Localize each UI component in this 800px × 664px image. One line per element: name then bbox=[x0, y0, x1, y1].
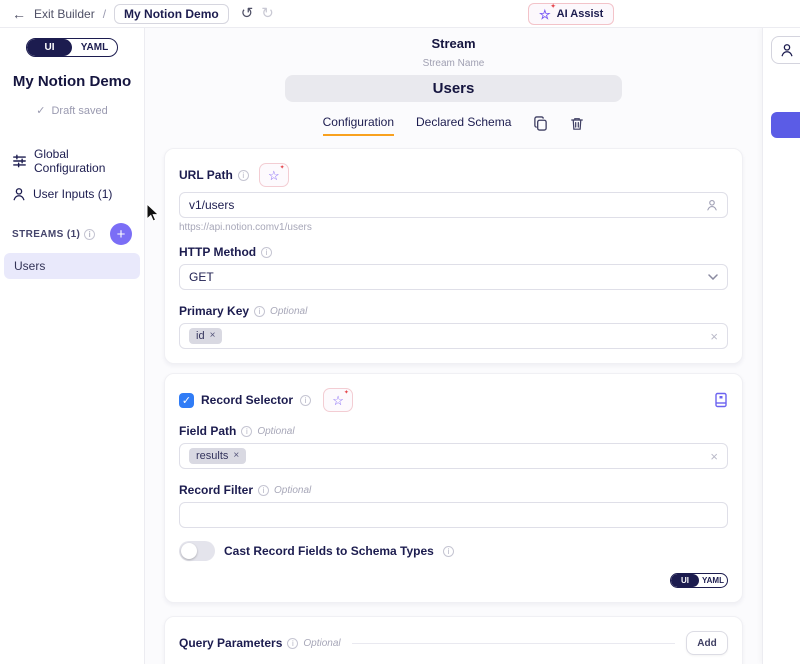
delete-stream-icon[interactable] bbox=[570, 116, 584, 131]
sparkle-star-icon: ☆✦ bbox=[268, 169, 280, 182]
ai-sparkle-star-icon: ☆✦ bbox=[539, 8, 551, 21]
draft-status: ✓ Draft saved bbox=[0, 104, 144, 117]
query-parameters-info-icon[interactable]: i bbox=[287, 638, 298, 649]
sidebar: UI YAML My Notion Demo ✓ Draft saved Glo… bbox=[0, 28, 145, 664]
record-selector-info-icon[interactable]: i bbox=[300, 395, 311, 406]
url-path-value: v1/users bbox=[189, 198, 700, 212]
user-icon bbox=[12, 187, 26, 201]
tab-declared-schema[interactable]: Declared Schema bbox=[416, 115, 511, 134]
draft-status-label: Draft saved bbox=[51, 105, 107, 117]
tab-configuration[interactable]: Configuration bbox=[323, 115, 394, 136]
http-method-label: HTTP Method bbox=[179, 245, 256, 259]
copy-stream-icon[interactable] bbox=[533, 116, 548, 131]
http-method-select[interactable]: GET bbox=[179, 264, 728, 290]
sidebar-item-global-configuration[interactable]: Global Configuration bbox=[0, 141, 144, 181]
check-icon: ✓ bbox=[36, 104, 45, 117]
redo-icon[interactable]: ↻ bbox=[261, 6, 274, 21]
record-selector-checkbox[interactable]: ✓ bbox=[179, 393, 194, 408]
back-arrow-icon[interactable]: ← bbox=[12, 7, 26, 21]
ui-yaml-toggle: UI YAML bbox=[26, 38, 118, 57]
ai-assist-label: AI Assist bbox=[557, 8, 604, 20]
request-parameters-card: Query Parameters i Optional Add Request … bbox=[164, 616, 743, 664]
remove-tag-icon[interactable]: × bbox=[233, 451, 239, 461]
breadcrumb-separator: / bbox=[103, 7, 106, 21]
sidebar-stream-users[interactable]: Users bbox=[4, 253, 140, 279]
exit-builder-link[interactable]: Exit Builder bbox=[34, 7, 95, 21]
yaml-toggle-option[interactable]: YAML bbox=[72, 39, 117, 56]
stream-tabs: Configuration Declared Schema bbox=[145, 115, 762, 138]
stream-name-label: Stream Name bbox=[145, 58, 762, 69]
remove-tag-icon[interactable]: × bbox=[210, 331, 216, 341]
query-parameters-optional-label: Optional bbox=[303, 638, 340, 649]
ai-assist-button[interactable]: ☆✦ AI Assist bbox=[528, 3, 614, 25]
cast-fields-label: Cast Record Fields to Schema Types bbox=[224, 544, 434, 558]
streams-section-header: STREAMS (1) i + bbox=[0, 207, 144, 253]
primary-key-label: Primary Key bbox=[179, 304, 249, 318]
query-parameters-label: Query Parameters bbox=[179, 636, 282, 650]
connector-name-input[interactable]: My Notion Demo bbox=[114, 4, 229, 24]
http-method-value: GET bbox=[189, 270, 702, 284]
streams-header-label: STREAMS (1) bbox=[12, 229, 80, 240]
clear-tags-icon[interactable]: × bbox=[710, 330, 718, 343]
undo-icon[interactable]: ↺ bbox=[241, 6, 254, 21]
docs-book-icon[interactable] bbox=[714, 392, 728, 408]
record-selector-label: Record Selector bbox=[201, 393, 293, 407]
field-path-optional-label: Optional bbox=[257, 426, 294, 437]
stream-name-input[interactable]: Users bbox=[285, 75, 622, 102]
sidebar-item-user-inputs[interactable]: User Inputs (1) bbox=[0, 181, 144, 207]
primary-key-tag: id × bbox=[189, 328, 222, 344]
streams-info-icon[interactable]: i bbox=[84, 229, 95, 240]
primary-key-info-icon[interactable]: i bbox=[254, 306, 265, 317]
top-bar: ← Exit Builder / My Notion Demo ↺ ↻ ☆✦ A… bbox=[0, 0, 800, 28]
ui-toggle-option[interactable]: UI bbox=[671, 574, 699, 587]
global-configuration-label: Global Configuration bbox=[34, 147, 132, 175]
field-path-info-icon[interactable]: i bbox=[241, 426, 252, 437]
primary-key-tag-input[interactable]: id × × bbox=[179, 323, 728, 349]
http-method-info-icon[interactable]: i bbox=[261, 247, 272, 258]
test-stream-button[interactable] bbox=[771, 112, 800, 138]
ui-toggle-option[interactable]: UI bbox=[27, 39, 72, 56]
cast-fields-info-icon[interactable]: i bbox=[443, 546, 454, 557]
record-selector-ui-yaml-toggle: UI YAML bbox=[670, 573, 728, 588]
user-inputs-label: User Inputs (1) bbox=[33, 187, 112, 201]
sparkle-star-icon: ☆✦ bbox=[332, 394, 344, 407]
yaml-toggle-option[interactable]: YAML bbox=[699, 574, 727, 587]
user-icon bbox=[780, 43, 794, 57]
record-filter-label: Record Filter bbox=[179, 483, 253, 497]
field-path-tag: results × bbox=[189, 448, 246, 464]
field-path-tag-input[interactable]: results × × bbox=[179, 443, 728, 469]
testing-panel bbox=[762, 28, 800, 664]
tag-label: id bbox=[196, 330, 205, 342]
connector-title: My Notion Demo bbox=[0, 73, 144, 90]
stream-heading: Stream bbox=[145, 36, 762, 51]
record-filter-info-icon[interactable]: i bbox=[258, 485, 269, 496]
cast-fields-toggle[interactable] bbox=[179, 541, 215, 561]
add-stream-button[interactable]: + bbox=[110, 223, 132, 245]
add-query-parameter-button[interactable]: Add bbox=[686, 631, 728, 655]
primary-key-optional-label: Optional bbox=[270, 306, 307, 317]
url-path-ai-button[interactable]: ☆✦ bbox=[259, 163, 289, 187]
field-path-label: Field Path bbox=[179, 424, 236, 438]
chevron-down-icon bbox=[708, 274, 718, 280]
record-selector-ai-button[interactable]: ☆✦ bbox=[323, 388, 353, 412]
url-path-input[interactable]: v1/users bbox=[179, 192, 728, 218]
url-path-label: URL Path bbox=[179, 168, 233, 182]
record-filter-input[interactable] bbox=[179, 502, 728, 528]
record-selector-card: ✓ Record Selector i ☆✦ Field Path i Opti… bbox=[164, 373, 743, 603]
sliders-icon bbox=[12, 154, 27, 168]
testing-values-button[interactable] bbox=[771, 36, 800, 64]
clear-tags-icon[interactable]: × bbox=[710, 450, 718, 463]
builder-main: Stream Stream Name Users Configuration D… bbox=[145, 28, 762, 664]
url-path-info-icon[interactable]: i bbox=[238, 170, 249, 181]
request-options-card: URL Path i ☆✦ v1/users https://api.notio… bbox=[164, 148, 743, 364]
url-preview-text: https://api.notion.comv1/users bbox=[179, 222, 728, 233]
tag-label: results bbox=[196, 450, 228, 462]
user-variable-icon[interactable] bbox=[706, 199, 718, 211]
record-filter-optional-label: Optional bbox=[274, 485, 311, 496]
